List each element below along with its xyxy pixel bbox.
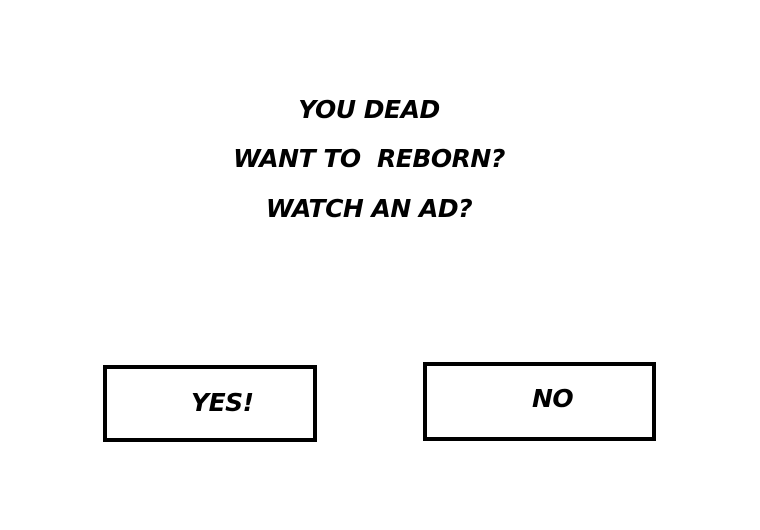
no-button-label: NO xyxy=(532,384,574,413)
reborn-prompt: WANT TO REBORN? xyxy=(233,144,505,173)
death-message: YOU DEAD xyxy=(298,95,440,124)
no-button[interactable]: NO xyxy=(423,362,656,441)
game-over-screen: YOU DEAD WANT TO REBORN? WATCH AN AD? YE… xyxy=(0,0,760,530)
watch-ad-prompt: WATCH AN AD? xyxy=(265,194,473,223)
yes-button[interactable]: YES! xyxy=(103,365,317,442)
yes-button-label: YES! xyxy=(191,388,254,417)
